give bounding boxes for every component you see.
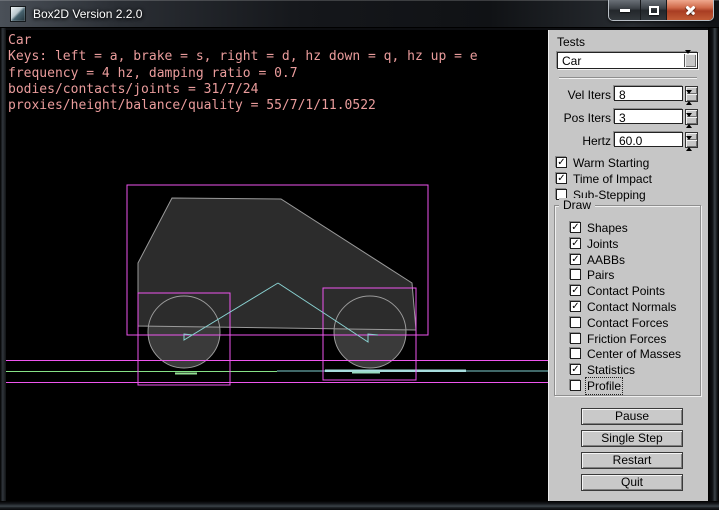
chevron-down-icon[interactable] — [684, 54, 696, 67]
test-select[interactable]: Car — [557, 52, 698, 69]
tests-label: Tests — [557, 35, 585, 49]
checkbox-label: Pairs — [587, 268, 614, 282]
checkbox-label: Statistics — [587, 363, 635, 377]
unchecked-box-icon[interactable] — [570, 317, 581, 328]
pos-iters-input[interactable]: 3 — [614, 109, 683, 124]
stats-line: proxies/height/balance/quality = 55/7/1/… — [8, 98, 478, 114]
checkbox-label: Warm Starting — [573, 156, 649, 170]
checked-box-icon[interactable]: ✓ — [556, 173, 567, 184]
app-icon — [10, 6, 26, 22]
stats-line: bodies/contacts/joints = 31/7/24 — [8, 82, 478, 98]
checkbox-label: Contact Points — [587, 284, 665, 298]
minimize-button[interactable] — [609, 0, 640, 20]
checkbox-warm-starting[interactable]: ✓ Warm Starting — [549, 157, 708, 170]
hertz-input[interactable]: 60.0 — [614, 132, 683, 147]
single-step-button[interactable]: Single Step — [581, 430, 683, 447]
stepper-down-icon[interactable] — [686, 140, 697, 147]
close-button[interactable] — [667, 0, 713, 20]
spinner-label: Pos Iters — [549, 111, 611, 125]
control-panel: Tests Car Vel Iters8Pos Iters3Hertz60.0 … — [548, 30, 708, 501]
maximize-button[interactable] — [640, 0, 667, 20]
spinner-row-pos-iters: Pos Iters3 — [549, 109, 709, 126]
simulation-viewport[interactable]: CarKeys: left = a, brake = s, right = d,… — [6, 30, 548, 501]
checkbox-aabbs[interactable]: ✓ AABBs — [555, 254, 700, 267]
spinner-row-hertz: Hertz60.0 — [549, 132, 709, 149]
draw-group: Draw ✓Shapes✓Joints✓AABBsPairs✓Contact P… — [554, 205, 701, 396]
maximize-icon — [649, 6, 659, 15]
checkbox-label: AABBs — [587, 253, 625, 267]
unchecked-box-icon[interactable] — [570, 380, 581, 391]
window-title: Box2D Version 2.2.0 — [33, 7, 142, 21]
checkbox-label: Time of Impact — [573, 172, 652, 186]
pos-iters-stepper[interactable] — [685, 109, 698, 125]
spinner-label: Vel Iters — [549, 88, 611, 102]
checked-box-icon[interactable]: ✓ — [556, 157, 567, 168]
checked-box-icon[interactable]: ✓ — [570, 238, 581, 249]
checkbox-label: Contact Normals — [587, 300, 676, 314]
checkbox-center-of-masses[interactable]: Center of Masses — [555, 348, 700, 361]
unchecked-box-icon[interactable] — [570, 269, 581, 280]
checkbox-statistics[interactable]: ✓ Statistics — [555, 364, 700, 377]
minimize-icon — [620, 9, 630, 12]
hertz-stepper[interactable] — [685, 132, 698, 148]
window-border-bottom — [0, 501, 719, 510]
checkbox-joints[interactable]: ✓ Joints — [555, 238, 700, 251]
checked-box-icon[interactable]: ✓ — [570, 222, 581, 233]
checkbox-label: Profile — [587, 379, 621, 393]
car-chassis — [138, 198, 416, 330]
checked-box-icon[interactable]: ✓ — [570, 301, 581, 312]
stats-line: Keys: left = a, brake = s, right = d, hz… — [8, 49, 478, 65]
unchecked-box-icon[interactable] — [570, 333, 581, 344]
draw-group-label: Draw — [559, 198, 595, 212]
unchecked-box-icon[interactable] — [570, 348, 581, 359]
vel-iters-input[interactable]: 8 — [614, 86, 683, 101]
checkbox-shapes[interactable]: ✓ Shapes — [555, 222, 700, 235]
checkbox-pairs[interactable]: Pairs — [555, 269, 700, 282]
checkbox-contact-forces[interactable]: Contact Forces — [555, 317, 700, 330]
spinner-row-vel-iters: Vel Iters8 — [549, 86, 709, 103]
checkbox-label: Shapes — [587, 221, 628, 235]
pause-button[interactable]: Pause — [581, 408, 683, 425]
app-window: Box2D Version 2.2.0 CarKeys: left = a, b… — [0, 0, 719, 510]
stats-line: Car — [8, 33, 478, 49]
separator — [559, 77, 697, 79]
vel-iters-stepper[interactable] — [685, 86, 698, 102]
stepper-down-icon[interactable] — [686, 117, 697, 124]
checked-box-icon[interactable]: ✓ — [570, 254, 581, 265]
checked-box-icon[interactable]: ✓ — [570, 364, 581, 375]
stats-line: frequency = 4 hz, damping ratio = 0.7 — [8, 66, 478, 82]
test-select-value: Car — [562, 54, 581, 68]
checkbox-label: Joints — [587, 237, 618, 251]
window-border-right — [708, 28, 719, 501]
close-icon — [684, 4, 697, 17]
restart-button[interactable]: Restart — [581, 452, 683, 469]
checkbox-label: Center of Masses — [587, 347, 681, 361]
spinner-label: Hertz — [549, 134, 611, 148]
checkbox-label: Contact Forces — [587, 316, 668, 330]
stepper-down-icon[interactable] — [686, 94, 697, 101]
checkbox-profile[interactable]: Profile — [555, 380, 700, 393]
title-bar[interactable]: Box2D Version 2.2.0 — [0, 0, 719, 28]
checkbox-contact-points[interactable]: ✓ Contact Points — [555, 285, 700, 298]
checkbox-contact-normals[interactable]: ✓ Contact Normals — [555, 301, 700, 314]
caption-buttons — [608, 0, 714, 21]
stats-text: CarKeys: left = a, brake = s, right = d,… — [8, 33, 478, 115]
checkbox-time-of-impact[interactable]: ✓ Time of Impact — [549, 173, 708, 186]
checkbox-friction-forces[interactable]: Friction Forces — [555, 333, 700, 346]
checked-box-icon[interactable]: ✓ — [570, 285, 581, 296]
quit-button[interactable]: Quit — [581, 474, 683, 491]
checkbox-label: Friction Forces — [587, 332, 666, 346]
